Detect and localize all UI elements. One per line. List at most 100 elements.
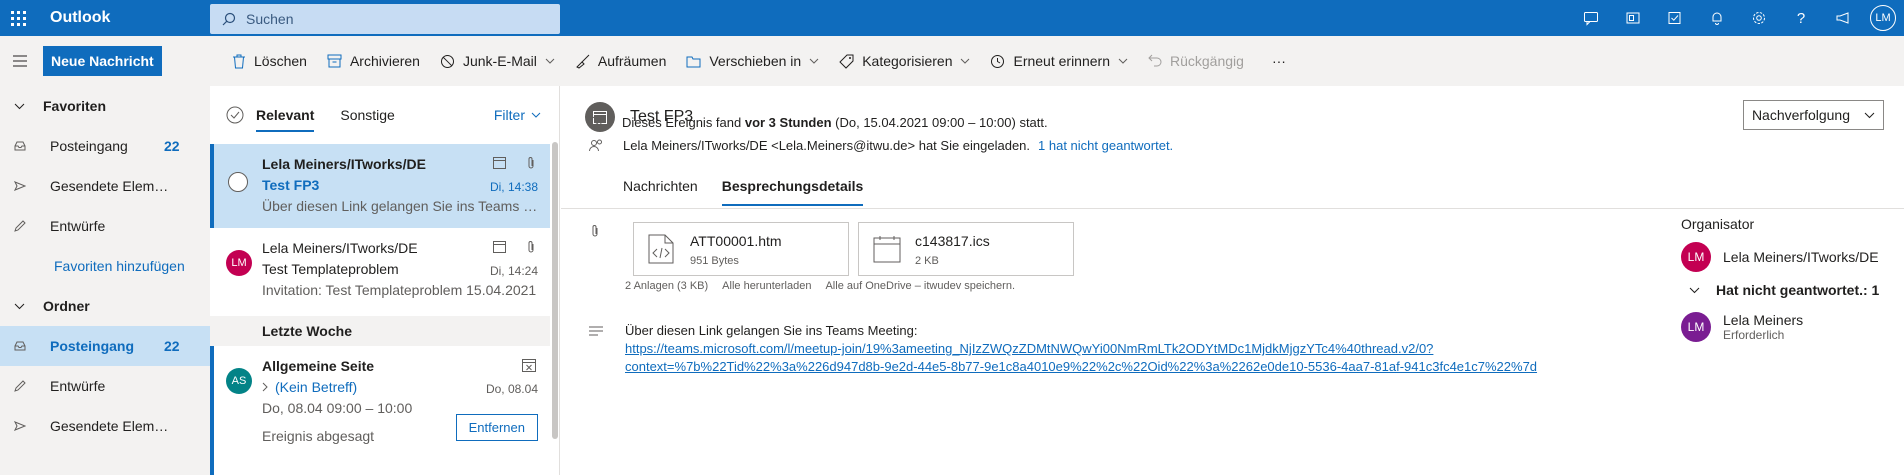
list-header: Relevant Sonstige Filter xyxy=(210,86,559,144)
tag-icon xyxy=(839,54,854,69)
favorite-sent-label: Gesendete Elemente xyxy=(50,178,170,194)
favorite-sent[interactable]: Gesendete Elemente xyxy=(0,166,210,206)
attendee-panel: Organisator LM Lela Meiners/ITworks/DE H… xyxy=(1681,216,1901,342)
app-launcher-button[interactable] xyxy=(0,0,36,36)
undo-button[interactable]: Rückgängig xyxy=(1138,36,1254,86)
attachment-card[interactable]: c143817.ics 2 KB xyxy=(858,222,1074,276)
filter-button[interactable]: Filter xyxy=(494,107,541,123)
folder-drafts[interactable]: Entwürfe xyxy=(0,366,210,406)
not-responded-group[interactable]: Hat nicht geantwortet.: 1 xyxy=(1689,282,1879,298)
waffle-icon xyxy=(10,10,26,26)
help-icon: ? xyxy=(1796,9,1806,27)
account-avatar[interactable]: LM xyxy=(1870,5,1896,31)
tab-other[interactable]: Sonstige xyxy=(340,86,394,144)
calendar-file-icon xyxy=(873,236,901,263)
categorize-button[interactable]: Kategorisieren xyxy=(829,36,980,86)
folder-sent-label: Gesendete Elemente xyxy=(50,418,170,434)
attendee[interactable]: LM Lela Meiners Erforderlich xyxy=(1681,312,1803,342)
block-icon xyxy=(440,54,454,68)
message-sender: Lela Meiners/ITworks/DE xyxy=(262,240,418,256)
follow-up-dropdown[interactable]: Nachverfolgung xyxy=(1742,100,1884,130)
top-bar: Outlook ? LM xyxy=(0,0,1904,36)
attachment-name: ATT00001.htm xyxy=(690,233,782,249)
save-onedrive-link[interactable]: Alle auf OneDrive – itwudev speichern. xyxy=(825,280,1015,292)
list-item[interactable]: AS Allgemeine Seite (Kein Betreff) Do, 0… xyxy=(210,346,550,475)
message-list-scrollbar[interactable] xyxy=(552,142,558,439)
nav-toggle-button[interactable] xyxy=(0,55,40,67)
pencil-icon xyxy=(14,220,26,232)
favorite-inbox[interactable]: Posteingang 22 xyxy=(0,126,210,166)
attachment-size: 951 Bytes xyxy=(690,255,739,267)
add-favorite-link[interactable]: Favoriten hinzufügen xyxy=(0,246,204,286)
organizer[interactable]: LM Lela Meiners/ITworks/DE xyxy=(1681,242,1879,272)
delete-button[interactable]: Löschen xyxy=(222,36,317,86)
teams-chat-button[interactable] xyxy=(1570,0,1612,36)
notifications-button[interactable] xyxy=(1696,0,1738,36)
megaphone-icon xyxy=(1836,12,1849,24)
notes-icon xyxy=(589,326,603,336)
todo-icon xyxy=(1668,12,1681,24)
select-checkbox[interactable] xyxy=(228,172,248,192)
teams-link-continued[interactable]: context=%7b%22Tid%22%3a%226d947d8b-9e2d-… xyxy=(625,358,1537,376)
help-button[interactable]: ? xyxy=(1780,0,1822,36)
message-icons xyxy=(522,358,536,372)
attendee-name: Lela Meiners xyxy=(1723,312,1804,328)
archive-icon xyxy=(327,54,342,68)
search-box[interactable] xyxy=(210,4,560,34)
sweep-button[interactable]: Aufräumen xyxy=(565,36,676,86)
new-message-button[interactable]: Neue Nachricht xyxy=(43,46,162,76)
chevron-down-icon xyxy=(14,303,25,309)
message-preview: Über diesen Link gelangen Sie ins Teams … xyxy=(262,198,542,214)
message-subject-text: (Kein Betreff) xyxy=(275,379,358,395)
folder-inbox-label: Posteingang xyxy=(50,338,135,354)
not-responded-link[interactable]: 1 hat nicht geantwortet. xyxy=(1038,138,1173,153)
attachment-card[interactable]: ATT00001.htm 951 Bytes xyxy=(633,222,849,276)
event-time-relative: vor 3 Stunden xyxy=(744,115,832,130)
feedback-button[interactable] xyxy=(1822,0,1864,36)
app-title[interactable]: Outlook xyxy=(50,9,210,27)
trash-icon xyxy=(233,54,245,68)
favorite-drafts-label: Entwürfe xyxy=(50,218,106,234)
tab-meeting-details[interactable]: Besprechungsdetails xyxy=(721,166,863,206)
avatar: LM xyxy=(1681,312,1711,342)
office-button[interactable] xyxy=(1612,0,1654,36)
snooze-button[interactable]: Erneut erinnern xyxy=(980,36,1138,86)
chevron-down-icon xyxy=(1118,58,1128,64)
select-all-icon[interactable] xyxy=(226,106,244,124)
event-time-post: (Do, 15.04.2021 09:00 – 10:00) statt. xyxy=(831,115,1048,130)
search-input[interactable] xyxy=(246,11,546,27)
tab-messages[interactable]: Nachrichten xyxy=(623,166,698,206)
chevron-down-icon xyxy=(1689,287,1700,293)
folders-header[interactable]: Ordner xyxy=(0,286,210,326)
archive-button[interactable]: Archivieren xyxy=(317,36,430,86)
top-icons: ? LM xyxy=(1570,0,1904,36)
junk-button[interactable]: Junk-E-Mail xyxy=(430,36,565,86)
chevron-down-icon xyxy=(961,58,970,64)
tab-focused[interactable]: Relevant xyxy=(256,86,315,144)
folder-sent[interactable]: Gesendete Elemente xyxy=(0,406,210,446)
move-button[interactable]: Verschieben in xyxy=(676,36,829,86)
folder-drafts-label: Entwürfe xyxy=(50,378,106,394)
list-item[interactable]: LM Lela Meiners/ITworks/DE Test Template… xyxy=(210,228,550,312)
remove-event-button[interactable]: Entfernen xyxy=(455,414,538,441)
folder-inbox[interactable]: Posteingang 22 xyxy=(0,326,210,366)
favorite-drafts[interactable]: Entwürfe xyxy=(0,206,210,246)
undo-icon xyxy=(1148,54,1162,67)
favorites-header[interactable]: Favoriten xyxy=(0,86,210,126)
folder-move-icon xyxy=(686,56,701,67)
search-icon xyxy=(222,12,236,26)
teams-link[interactable]: https://teams.microsoft.com/l/meetup-joi… xyxy=(625,340,1537,358)
download-all-link[interactable]: Alle herunterladen xyxy=(722,280,811,292)
more-actions-button[interactable]: ··· xyxy=(1262,36,1296,86)
list-item[interactable]: Lela Meiners/ITworks/DE Test FP3 Di, 14:… xyxy=(210,144,550,228)
message-list: Relevant Sonstige Filter Lela Meiners/IT… xyxy=(210,86,560,475)
paperclip-icon xyxy=(592,225,598,237)
follow-up-label: Nachverfolgung xyxy=(1751,107,1850,123)
settings-button[interactable] xyxy=(1738,0,1780,36)
divider xyxy=(561,208,1904,209)
unread-count: 22 xyxy=(164,138,180,154)
folder-pane: Favoriten Posteingang 22 Gesendete Elemen… xyxy=(0,86,210,475)
todo-button[interactable] xyxy=(1654,0,1696,36)
inbox-icon xyxy=(14,341,26,351)
attachment-size: 2 KB xyxy=(915,255,939,267)
